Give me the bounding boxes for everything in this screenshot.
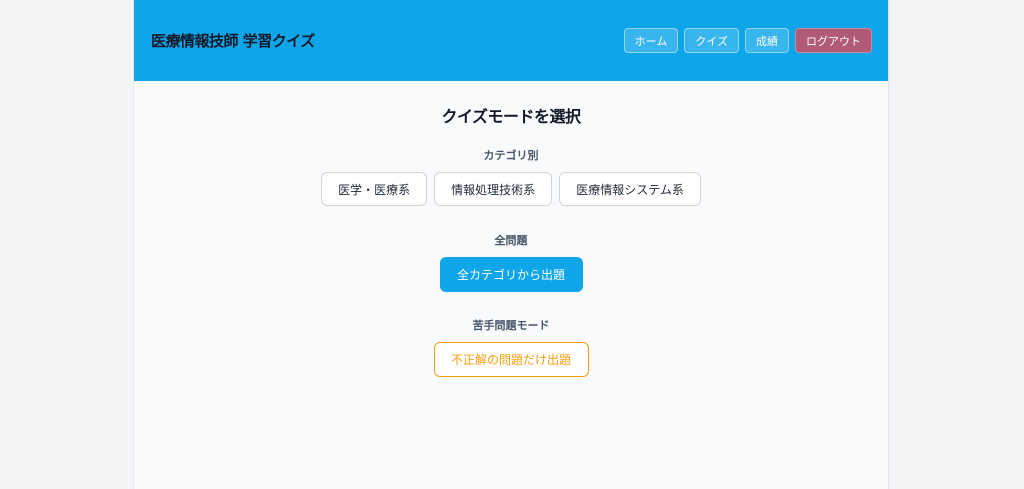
app-container: 医療情報技師 学習クイズ ホーム クイズ 成績 ログアウト クイズモードを選択 … [133, 0, 889, 489]
nav-results-button[interactable]: 成績 [745, 28, 789, 53]
logout-button[interactable]: ログアウト [795, 28, 872, 53]
category-section-label: カテゴリ別 [483, 149, 539, 162]
category-it-button[interactable]: 情報処理技術系 [434, 172, 553, 206]
nav-home-button[interactable]: ホーム [623, 28, 679, 53]
header-bar: 医療情報技師 学習クイズ ホーム クイズ 成績 ログアウト [134, 0, 888, 81]
category-button-row: 医学・医療系 情報処理技術系 医療情報システム系 [134, 172, 888, 206]
all-questions-section-label: 全問題 [494, 234, 528, 247]
category-medical-button[interactable]: 医学・医療系 [321, 172, 428, 206]
app-title: 医療情報技師 学習クイズ [151, 32, 315, 50]
nav-quiz-button[interactable]: クイズ [684, 28, 739, 53]
all-categories-button[interactable]: 全カテゴリから出題 [439, 257, 583, 292]
page-title: クイズモードを選択 [441, 107, 581, 126]
category-system-button[interactable]: 医療情報システム系 [559, 172, 701, 206]
weak-mode-section-label: 苦手問題モード [472, 319, 550, 332]
incorrect-only-button[interactable]: 不正解の問題だけ出題 [433, 342, 589, 377]
nav-bar: ホーム クイズ 成績 ログアウト [623, 28, 872, 53]
main-content: クイズモードを選択 カテゴリ別 医学・医療系 情報処理技術系 医療情報システム系… [134, 103, 888, 377]
